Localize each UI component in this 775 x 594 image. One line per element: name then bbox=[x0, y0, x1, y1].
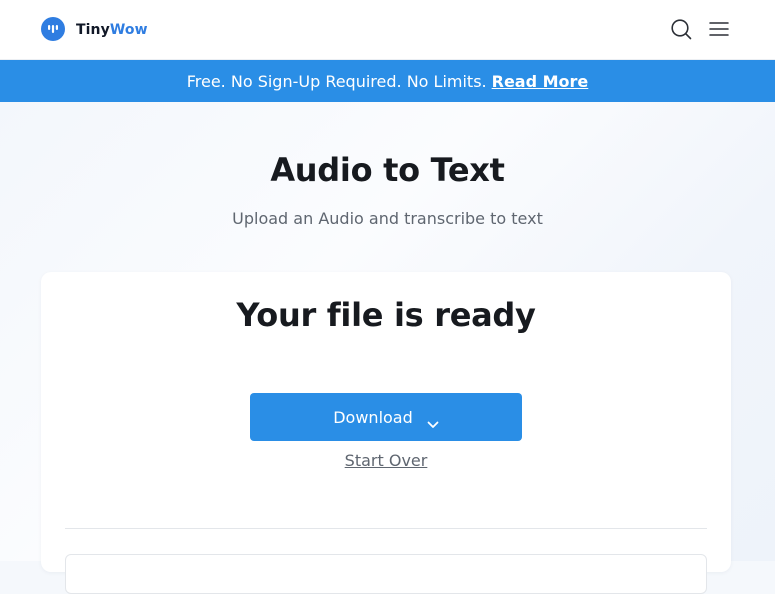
download-label: Download bbox=[333, 407, 413, 427]
site-header: TinyWow bbox=[0, 0, 775, 60]
download-button[interactable]: Download bbox=[250, 393, 522, 441]
divider bbox=[65, 528, 707, 529]
search-icon[interactable] bbox=[670, 18, 692, 40]
start-over-link[interactable]: Start Over bbox=[41, 451, 731, 470]
read-more-link[interactable]: Read More bbox=[492, 72, 589, 91]
file-ready-heading: Your file is ready bbox=[236, 296, 536, 334]
brand-name: TinyWow bbox=[76, 22, 148, 38]
logo[interactable]: TinyWow bbox=[41, 17, 148, 41]
tinywow-logo-icon bbox=[41, 17, 65, 41]
page-title: Audio to Text bbox=[270, 151, 505, 189]
promo-banner: Free. No Sign-Up Required. No Limits. Re… bbox=[0, 60, 775, 102]
chevron-down-icon bbox=[427, 414, 439, 428]
transcript-box bbox=[65, 554, 707, 594]
page-subtitle: Upload an Audio and transcribe to text bbox=[232, 209, 543, 228]
menu-icon[interactable] bbox=[709, 20, 729, 38]
banner-text: Free. No Sign-Up Required. No Limits. bbox=[186, 71, 487, 91]
brand-name-part2: Wow bbox=[109, 22, 148, 38]
result-card: Your file is ready Download Start Over bbox=[41, 272, 731, 594]
brand-name-part1: Tiny bbox=[76, 22, 110, 38]
